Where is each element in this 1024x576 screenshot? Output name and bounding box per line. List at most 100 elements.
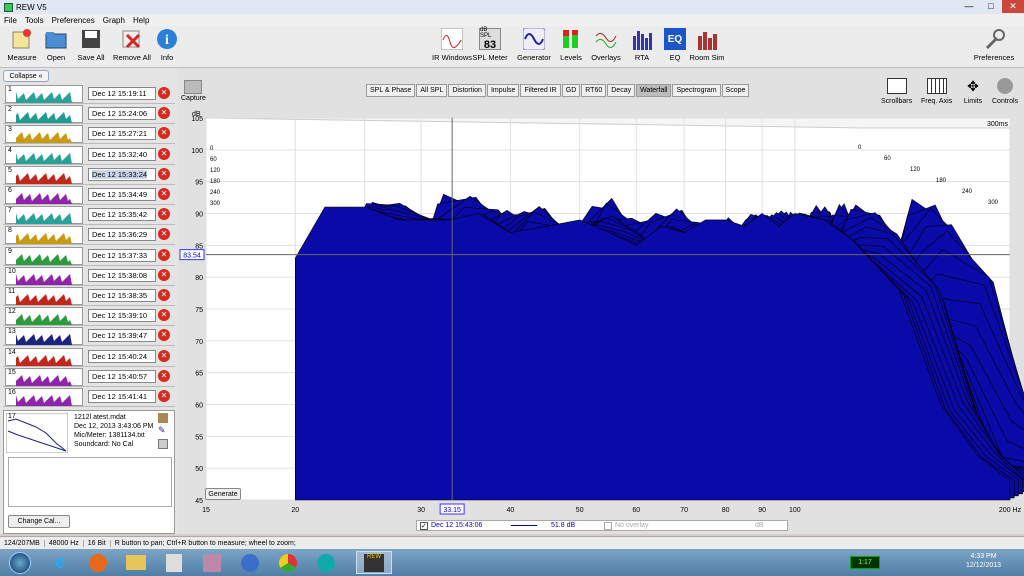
legend-checkbox[interactable]: ✓ bbox=[420, 521, 428, 530]
measurement-name-field[interactable]: Dec 12 15:35:42 bbox=[88, 208, 156, 222]
measurement-name-field[interactable]: Dec 12 15:39:10 bbox=[88, 309, 156, 323]
measurement-name-field[interactable]: Dec 12 15:40:57 bbox=[88, 369, 156, 383]
start-button[interactable] bbox=[2, 551, 38, 574]
measurement-row[interactable]: 11 Dec 12 15:38:35 ✕ bbox=[3, 286, 175, 306]
measurement-name-field[interactable]: Dec 12 15:39:47 bbox=[88, 329, 156, 343]
pencil-icon[interactable]: ✎ bbox=[158, 425, 168, 435]
measurement-thumbnail[interactable]: 15 bbox=[5, 367, 83, 386]
measurement-name-field[interactable]: Dec 12 15:36:29 bbox=[88, 228, 156, 242]
measurement-thumbnail[interactable]: 7 bbox=[5, 206, 83, 225]
measurement-row[interactable]: 16 Dec 12 15:41:41 ✕ bbox=[3, 387, 175, 407]
overlay-checkbox[interactable] bbox=[604, 521, 612, 530]
measurement-name-field[interactable]: Dec 12 15:33:24 bbox=[88, 167, 156, 181]
menu-file[interactable]: File bbox=[0, 16, 21, 25]
remove-measurement-icon[interactable]: ✕ bbox=[158, 228, 170, 241]
remove-measurement-icon[interactable]: ✕ bbox=[158, 208, 170, 221]
menu-help[interactable]: Help bbox=[129, 16, 153, 25]
measurement-row[interactable]: 5 Dec 12 15:33:24 ✕ bbox=[3, 165, 175, 185]
measurement-thumbnail[interactable]: 10 bbox=[5, 266, 83, 285]
measurement-name-field[interactable]: Dec 12 15:24:06 bbox=[88, 107, 156, 121]
change-cal-button[interactable]: Change Cal... bbox=[8, 515, 70, 528]
spl-meter-button[interactable]: dB SPL 83 SPL Meter bbox=[468, 27, 512, 62]
measurement-row[interactable]: 12 Dec 12 15:39:10 ✕ bbox=[3, 306, 175, 327]
measurement-name-field[interactable]: Dec 12 15:37:33 bbox=[88, 248, 156, 262]
measurement-thumbnail[interactable]: 16 bbox=[5, 388, 83, 406]
measurement-thumbnail[interactable]: 5 bbox=[5, 165, 83, 184]
memory-status: 124/207MB bbox=[0, 539, 45, 547]
remove-measurement-icon[interactable]: ✕ bbox=[158, 268, 170, 281]
taskbar-chrome[interactable] bbox=[270, 551, 306, 574]
remove-measurement-icon[interactable]: ✕ bbox=[158, 329, 170, 342]
image-icon[interactable] bbox=[158, 413, 168, 423]
remove-measurement-icon[interactable]: ✕ bbox=[158, 369, 170, 382]
measurement-name-field[interactable]: Dec 12 15:32:40 bbox=[88, 147, 156, 161]
measurement-thumbnail[interactable]: 13 bbox=[5, 327, 83, 346]
remove-measurement-icon[interactable]: ✕ bbox=[158, 147, 170, 160]
menu-preferences[interactable]: Preferences bbox=[48, 16, 99, 25]
taskbar-firefox[interactable] bbox=[80, 551, 116, 574]
measurement-row[interactable]: 4 Dec 12 15:32:40 ✕ bbox=[3, 145, 175, 165]
measurement-name-field[interactable]: Dec 12 15:41:41 bbox=[88, 390, 156, 403]
taskbar-thunderbird[interactable] bbox=[232, 551, 268, 574]
remove-measurement-icon[interactable]: ✕ bbox=[158, 107, 170, 120]
maximize-button[interactable]: □ bbox=[980, 0, 1002, 13]
notes-icon[interactable] bbox=[158, 439, 168, 449]
measurement-name-field[interactable]: Dec 12 15:38:08 bbox=[88, 268, 156, 282]
measurement-row[interactable]: 6 Dec 12 15:34:49 ✕ bbox=[3, 185, 175, 205]
taskbar-app3[interactable] bbox=[308, 551, 344, 574]
measurement-thumbnail[interactable]: 9 bbox=[5, 246, 83, 265]
measurement-thumbnail[interactable]: 14 bbox=[5, 347, 83, 366]
measurement-row[interactable]: 8 Dec 12 15:36:29 ✕ bbox=[3, 225, 175, 246]
taskbar-app2[interactable] bbox=[194, 551, 230, 574]
menu-tools[interactable]: Tools bbox=[21, 16, 48, 25]
measurement-row[interactable]: 9 Dec 12 15:37:33 ✕ bbox=[3, 246, 175, 266]
waterfall-chart[interactable]: 105100959085807570656055504515 20 30 40 50 60… bbox=[178, 68, 1024, 534]
measurement-row[interactable]: 3 Dec 12 15:27:21 ✕ bbox=[3, 124, 175, 145]
remove-measurement-icon[interactable]: ✕ bbox=[158, 349, 170, 362]
menu-graph[interactable]: Graph bbox=[99, 16, 129, 25]
room-sim-button[interactable]: Room Sim bbox=[685, 28, 729, 62]
measurement-row[interactable]: 10 Dec 12 15:38:08 ✕ bbox=[3, 266, 175, 286]
measurement-row[interactable]: 2 Dec 12 15:24:06 ✕ bbox=[3, 104, 175, 125]
measurement-name-field[interactable]: Dec 12 15:40:24 bbox=[88, 349, 156, 363]
remove-measurement-icon[interactable]: ✕ bbox=[158, 248, 170, 261]
measurement-thumbnail[interactable]: 11 bbox=[5, 287, 83, 305]
remove-measurement-icon[interactable]: ✕ bbox=[158, 309, 170, 322]
measurement-thumbnail[interactable]: 4 bbox=[5, 145, 83, 164]
measurement-name-field[interactable]: Dec 12 15:27:21 bbox=[88, 127, 156, 141]
measurement-row[interactable]: 1 Dec 12 15:19:11 ✕ bbox=[3, 84, 175, 104]
battery-indicator[interactable]: 1:17 bbox=[850, 556, 880, 569]
measurement-thumbnail[interactable]: 1 bbox=[5, 85, 83, 103]
measurement-thumbnail[interactable]: 2 bbox=[5, 105, 83, 124]
measurement-row[interactable]: 13 Dec 12 15:39:47 ✕ bbox=[3, 326, 175, 347]
measurement-row[interactable]: 14 Dec 12 15:40:24 ✕ bbox=[3, 347, 175, 367]
remove-measurement-icon[interactable]: ✕ bbox=[158, 289, 170, 301]
measurement-thumbnail[interactable]: 6 bbox=[5, 186, 83, 204]
measurement-thumbnail[interactable]: 12 bbox=[5, 307, 83, 326]
save-all-button[interactable]: Save All bbox=[69, 28, 113, 62]
taskbar-rew[interactable]: REW bbox=[356, 551, 392, 574]
taskbar-ie[interactable]: e bbox=[42, 551, 78, 574]
preferences-button[interactable]: Preferences bbox=[972, 28, 1016, 62]
generate-button[interactable]: Generate bbox=[205, 488, 241, 500]
minimize-button[interactable]: — bbox=[958, 0, 980, 13]
measurement-thumbnail[interactable]: 3 bbox=[5, 125, 83, 144]
measurement-name-field[interactable]: Dec 12 15:34:49 bbox=[88, 188, 156, 201]
remove-measurement-icon[interactable]: ✕ bbox=[158, 127, 170, 140]
taskbar-explorer[interactable] bbox=[118, 551, 154, 574]
close-button[interactable]: ✕ bbox=[1002, 0, 1024, 13]
measurement-thumbnail[interactable]: 8 bbox=[5, 226, 83, 245]
clock[interactable]: 4:33 PM 12/12/2013 bbox=[966, 552, 1001, 570]
info-button[interactable]: i Info bbox=[145, 28, 189, 62]
remove-measurement-icon[interactable]: ✕ bbox=[158, 87, 170, 99]
remove-measurement-icon[interactable]: ✕ bbox=[158, 167, 170, 180]
measurement-name-field[interactable]: Dec 12 15:38:35 bbox=[88, 289, 156, 302]
collapse-button[interactable]: Collapse « bbox=[3, 70, 49, 82]
taskbar-app1[interactable] bbox=[156, 551, 192, 574]
remove-measurement-icon[interactable]: ✕ bbox=[158, 390, 170, 402]
measurement-row[interactable]: 7 Dec 12 15:35:42 ✕ bbox=[3, 205, 175, 226]
measurement-name-field[interactable]: Dec 12 15:19:11 bbox=[88, 87, 156, 100]
notes-textarea[interactable] bbox=[8, 457, 172, 507]
remove-measurement-icon[interactable]: ✕ bbox=[158, 188, 170, 200]
measurement-row[interactable]: 15 Dec 12 15:40:57 ✕ bbox=[3, 367, 175, 387]
